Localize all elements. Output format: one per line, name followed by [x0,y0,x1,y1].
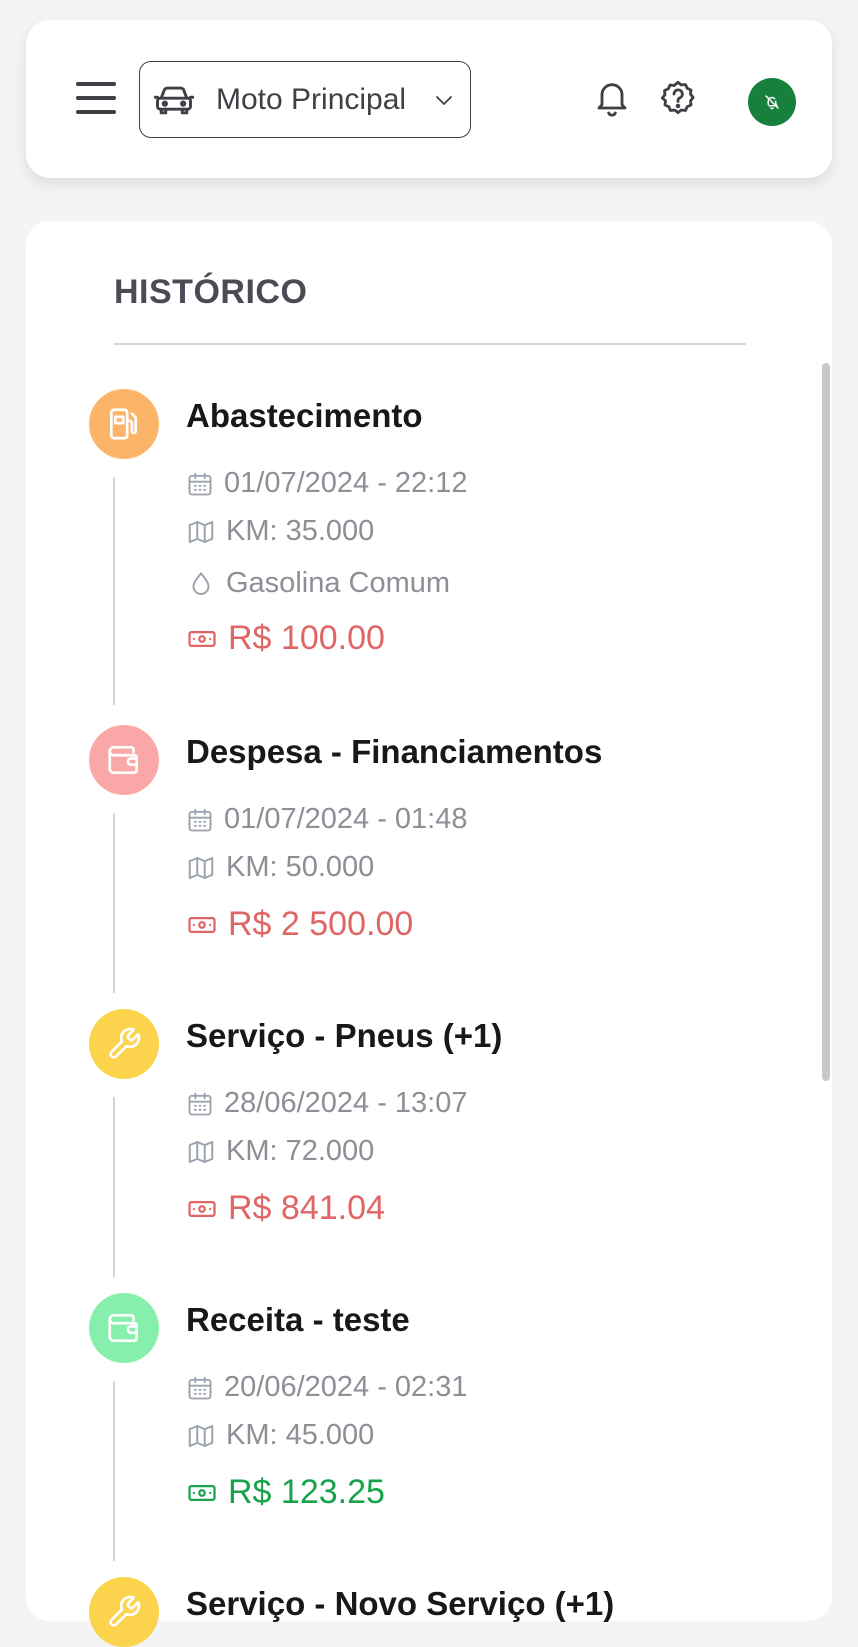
calendar-icon [188,1092,212,1115]
entry-title: Abastecimento [186,397,423,434]
entry-km: KM: 72.000 [186,1135,374,1168]
entry-datetime: 20/06/2024 - 02:31 [186,1371,467,1404]
page-title: HISTÓRICO [114,273,308,311]
entry-title: Despesa - Financiamentos [186,733,603,770]
timeline-line [113,813,115,993]
map-icon [188,1424,214,1447]
vehicle-select-label: Moto Principal [216,82,407,116]
top-bar: Moto Principal [26,20,832,178]
entry-title: Serviço - Novo Serviço (+1) [186,1585,615,1622]
timeline-line [113,1381,115,1561]
calendar-icon [188,1376,212,1399]
fuel-pump-icon [89,389,159,459]
scrollbar[interactable] [822,363,830,1081]
divider [114,343,746,345]
cash-icon [188,1200,216,1217]
map-icon [188,856,214,879]
history-card: HISTÓRICO Abastecimento 01/07/2024 - 22:… [26,221,832,1647]
vehicle-select[interactable]: Moto Principal [139,61,471,138]
chevron-down-icon [436,96,452,105]
drop-icon [192,571,210,595]
map-icon [188,520,214,543]
cash-icon [188,1484,216,1501]
calendar-icon [188,472,212,495]
map-icon [188,1140,214,1163]
help-icon[interactable] [658,78,698,118]
cash-icon [188,630,216,647]
entry-title: Serviço - Pneus (+1) [186,1017,503,1054]
bell-icon[interactable] [592,78,632,118]
calendar-icon [188,808,212,831]
entry-amount: R$ 2 500.00 [186,905,413,944]
entry-amount: R$ 123.25 [186,1473,385,1512]
wrench-icon [89,1577,159,1647]
car-icon [153,86,195,114]
bell-off-icon [765,95,779,110]
entry-datetime: 01/07/2024 - 01:48 [186,803,467,836]
wallet-icon [89,1293,159,1363]
entry-title: Receita - teste [186,1301,410,1338]
menu-icon[interactable] [76,80,118,118]
entry-datetime: 01/07/2024 - 22:12 [186,467,467,500]
wrench-icon [89,1009,159,1079]
avatar[interactable] [748,78,796,126]
entry-fuel-type: Gasolina Comum [186,567,450,600]
entry-km: KM: 35.000 [186,515,374,548]
entry-amount: R$ 100.00 [186,619,385,658]
entry-amount: R$ 841.04 [186,1189,385,1228]
timeline-line [113,1097,115,1277]
entry-km: KM: 50.000 [186,851,374,884]
entry-km: KM: 45.000 [186,1419,374,1452]
timeline-line [113,477,115,705]
cash-icon [188,916,216,933]
wallet-icon [89,725,159,795]
entry-datetime: 28/06/2024 - 13:07 [186,1087,467,1120]
